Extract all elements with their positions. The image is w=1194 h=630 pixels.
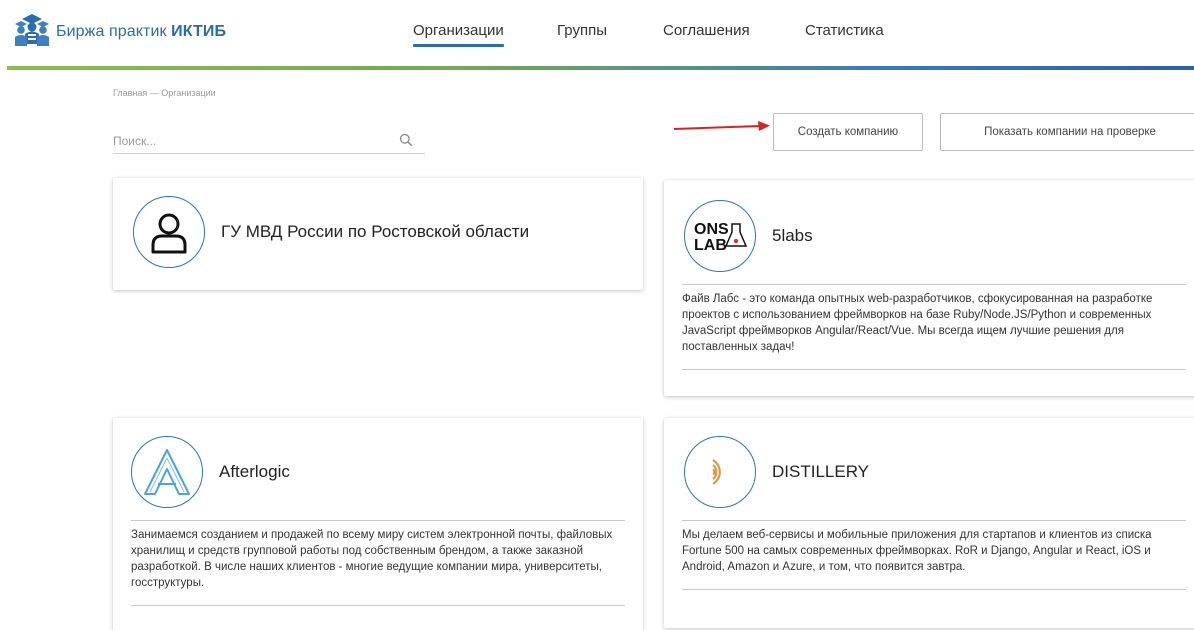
organization-name[interactable]: DISTILLERY <box>772 462 869 482</box>
organization-card-header: ГУ МВД России по Ростовской области <box>133 196 529 268</box>
header-gradient-divider <box>7 66 1194 70</box>
site-title-regular: Биржа практик <box>56 23 172 40</box>
organization-card-header: ONS LAB 5labs <box>684 200 813 272</box>
site-logo[interactable]: Биржа практик ИКТИБ <box>12 12 226 52</box>
search-input[interactable] <box>113 130 393 148</box>
distillery-logo-icon <box>712 459 721 485</box>
search-bar <box>113 130 425 154</box>
organization-name[interactable]: 5labs <box>772 226 813 246</box>
organization-card[interactable]: ГУ МВД России по Ростовской области <box>113 178 643 290</box>
organization-logo <box>133 196 205 268</box>
nav-item-groups[interactable]: Группы <box>557 22 607 39</box>
top-header: Биржа практик ИКТИБ Организации Группы С… <box>0 0 1194 70</box>
organization-card[interactable]: Afterlogic Занимаемся созданием и продаж… <box>113 418 643 630</box>
organization-name[interactable]: ГУ МВД России по Ростовской области <box>221 222 529 242</box>
search-icon[interactable] <box>399 133 413 147</box>
site-title: Биржа практик ИКТИБ <box>56 23 226 41</box>
5labs-logo-bottom: LAB <box>694 237 727 254</box>
5labs-logo-top: ONS <box>694 221 729 238</box>
organization-card[interactable]: DISTILLERY Мы делаем веб-сервисы и мобил… <box>664 418 1194 628</box>
organization-logo <box>684 436 756 508</box>
organization-logo: ONS LAB <box>684 200 756 272</box>
organization-logo <box>131 436 203 508</box>
organization-name[interactable]: Afterlogic <box>219 462 290 482</box>
afterlogic-logo-icon <box>144 449 190 495</box>
organization-description: Занимаемся созданием и продажей по всему… <box>131 520 625 606</box>
site-title-bold: ИКТИБ <box>171 23 227 40</box>
organization-card-header: Afterlogic <box>131 436 290 508</box>
annotation-arrow-icon <box>673 121 770 131</box>
students-group-icon <box>15 14 49 46</box>
organization-description: Файв Лабс - это команда опытных web-разр… <box>682 284 1186 370</box>
breadcrumb[interactable]: Главная — Организации <box>113 88 216 98</box>
show-companies-on-review-button[interactable]: Показать компании на проверке <box>940 113 1194 151</box>
nav-item-agreements[interactable]: Соглашения <box>663 22 750 39</box>
user-placeholder-icon <box>151 213 187 254</box>
organization-card[interactable]: ONS LAB 5labs Файв Лабс - это команда оп… <box>664 180 1194 396</box>
organization-description: Мы делаем веб-сервисы и мобильные прилож… <box>682 520 1186 590</box>
organization-card-header: DISTILLERY <box>684 436 869 508</box>
5labs-logo-icon: ONS LAB <box>694 221 748 254</box>
nav-item-organizations[interactable]: Организации <box>413 22 504 47</box>
create-company-button[interactable]: Создать компанию <box>773 113 923 151</box>
nav-item-statistics[interactable]: Статистика <box>805 22 884 39</box>
